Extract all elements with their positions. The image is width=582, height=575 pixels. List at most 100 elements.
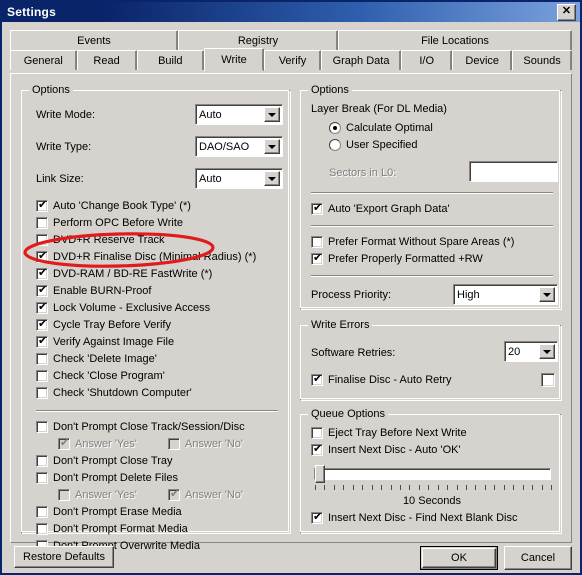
software-retries-combo[interactable]: 20 — [504, 341, 558, 362]
checkbox-box[interactable]: ✔ — [36, 301, 48, 314]
checkbox-box[interactable]: ✔ — [311, 252, 323, 265]
checkbox-box[interactable]: ✔ — [36, 266, 48, 280]
checkbox-dont-prompt-erase-media[interactable]: Don't Prompt Erase Media — [36, 506, 182, 518]
checkbox-dont-prompt-close-tray[interactable]: Don't Prompt Close Tray — [36, 455, 172, 467]
chevron-down-icon[interactable] — [539, 344, 555, 359]
checkbox-box[interactable]: ✔ — [36, 250, 48, 263]
checkbox-box[interactable] — [168, 438, 180, 450]
checkbox-enable-burn-proof[interactable]: ✔ Enable BURN-Proof — [36, 284, 151, 297]
checkbox-dvd-ram-bd-re-fastwrite[interactable]: ✔ DVD-RAM / BD-RE FastWrite (*) — [36, 266, 213, 280]
checkbox-answer-yes-close-track[interactable]: ✔ Answer 'Yes' — [58, 437, 137, 450]
software-retries-label: Software Retries: — [311, 347, 396, 359]
checkbox-box[interactable]: ✔ — [58, 437, 70, 450]
radio-circle[interactable] — [329, 122, 341, 134]
checkbox-verify-against-image-file[interactable]: ✔ Verify Against Image File — [36, 334, 174, 348]
checkbox-box[interactable] — [36, 523, 48, 535]
checkbox-box[interactable]: ✔ — [36, 318, 48, 331]
check-icon: ✔ — [38, 266, 48, 279]
checkbox-box[interactable]: ✔ — [168, 488, 180, 501]
radio-user-specified[interactable]: User Specified — [329, 139, 418, 151]
checkbox-box[interactable] — [58, 489, 70, 501]
tab-read[interactable]: Read — [76, 50, 137, 70]
checkbox-box[interactable] — [36, 421, 48, 433]
tab-events[interactable]: Events — [10, 30, 178, 50]
cancel-button[interactable]: Cancel — [504, 546, 572, 570]
tab-graph-data[interactable]: Graph Data — [320, 50, 402, 70]
checkbox-answer-no-close-track[interactable]: Answer 'No' — [168, 438, 243, 450]
checkbox-box[interactable] — [311, 236, 323, 248]
checkbox-cycle-tray-before-verify[interactable]: ✔ Cycle Tray Before Verify — [36, 318, 171, 331]
checkbox-box[interactable]: ✔ — [311, 202, 323, 215]
checkbox-box[interactable]: ✔ — [36, 199, 48, 212]
tab-write[interactable]: Write — [204, 48, 264, 72]
delay-slider-thumb[interactable] — [315, 465, 325, 483]
checkbox-label: Don't Prompt Erase Media — [53, 506, 182, 518]
checkbox-auto-export-graph-data[interactable]: ✔ Auto 'Export Graph Data' — [311, 202, 450, 215]
slider-tick — [550, 485, 552, 490]
chevron-down-icon[interactable] — [264, 171, 280, 186]
checkbox-lock-volume-exclusive-access[interactable]: ✔ Lock Volume - Exclusive Access — [36, 301, 210, 314]
checkbox-check-delete-image[interactable]: Check 'Delete Image' — [36, 353, 157, 365]
process-priority-combo[interactable]: High — [453, 284, 558, 305]
checkbox-box[interactable] — [36, 455, 48, 467]
checkbox-box[interactable]: ✔ — [36, 284, 48, 297]
tab-verify[interactable]: Verify — [263, 50, 321, 70]
ok-button[interactable]: OK — [420, 546, 498, 570]
checkbox-insert-next-disc-auto-ok[interactable]: ✔ Insert Next Disc - Auto 'OK' — [311, 443, 461, 456]
checkbox-box[interactable]: ✔ — [36, 334, 48, 348]
checkbox-box[interactable]: ✔ — [311, 443, 323, 456]
checkbox-box[interactable] — [36, 472, 48, 484]
checkbox-box[interactable] — [36, 217, 48, 229]
checkbox-eject-tray-before-next-write[interactable]: Eject Tray Before Next Write — [311, 427, 467, 439]
chevron-down-icon[interactable] — [539, 287, 555, 302]
tab-sounds[interactable]: Sounds — [512, 50, 573, 70]
checkbox-label: Don't Prompt Close Tray — [53, 455, 173, 467]
checkbox-answer-yes-delete-files[interactable]: Answer 'Yes' — [58, 489, 137, 501]
write-type-combo[interactable]: DAO/SAO — [195, 136, 283, 157]
checkbox-dont-prompt-format-media[interactable]: Don't Prompt Format Media — [36, 523, 188, 535]
link-size-combo[interactable]: Auto — [195, 168, 283, 189]
checkbox-box[interactable]: ✔ — [311, 373, 323, 386]
checkbox-prefer-properly-formatted-rw[interactable]: ✔ Prefer Properly Formatted +RW — [311, 252, 483, 265]
checkbox-label: DVD-RAM / BD-RE FastWrite (*) — [53, 268, 213, 280]
checkbox-perform-opc-before-write[interactable]: Perform OPC Before Write — [36, 217, 183, 229]
checkbox-write-errors-extra[interactable] — [541, 373, 555, 387]
checkbox-dvd-plus-r-finalise-disc[interactable]: ✔ DVD+R Finalise Disc (Minimal Radius) (… — [36, 250, 256, 263]
checkbox-dvd-plus-r-reserve-track[interactable]: DVD+R Reserve Track — [36, 234, 165, 246]
radio-circle[interactable] — [329, 139, 341, 151]
checkbox-auto-change-book-type[interactable]: ✔ Auto 'Change Book Type' (*) — [36, 199, 191, 212]
tab-build[interactable]: Build — [136, 50, 205, 70]
checkbox-dont-prompt-close-track-session-disc[interactable]: Don't Prompt Close Track/Session/Disc — [36, 421, 245, 433]
chevron-down-icon[interactable] — [264, 139, 280, 154]
tab-io[interactable]: I/O — [401, 50, 453, 70]
checkbox-box[interactable]: ✔ — [311, 511, 323, 524]
checkbox-insert-next-disc-find-next-blank[interactable]: ✔ Insert Next Disc - Find Next Blank Dis… — [311, 511, 518, 524]
tab-file-locations[interactable]: File Locations — [338, 30, 572, 50]
checkbox-check-close-program[interactable]: Check 'Close Program' — [36, 370, 165, 382]
checkbox-box[interactable] — [36, 353, 48, 365]
checkbox-prefer-format-without-spare-areas[interactable]: Prefer Format Without Spare Areas (*) — [311, 236, 514, 248]
checkbox-dont-prompt-delete-files[interactable]: Don't Prompt Delete Files — [36, 472, 178, 484]
checkbox-finalise-disc-auto-retry[interactable]: ✔ Finalise Disc - Auto Retry — [311, 373, 451, 386]
tab-registry[interactable]: Registry — [178, 30, 338, 50]
checkbox-answer-no-delete-files[interactable]: ✔ Answer 'No' — [168, 488, 243, 501]
checkbox-box[interactable] — [36, 506, 48, 518]
checkbox-box[interactable] — [36, 387, 48, 399]
chevron-down-icon[interactable] — [264, 107, 280, 122]
tab-general[interactable]: General — [10, 50, 77, 70]
restore-defaults-button[interactable]: Restore Defaults — [14, 546, 114, 568]
slider-tick — [456, 485, 458, 490]
tab-device[interactable]: Device — [452, 50, 513, 70]
sectors-in-l0-input[interactable] — [469, 161, 558, 182]
write-mode-combo[interactable]: Auto — [195, 104, 283, 125]
delay-slider-track[interactable] — [314, 468, 551, 480]
checkbox-box[interactable] — [311, 427, 323, 439]
checkbox-box[interactable] — [541, 373, 555, 387]
check-icon: ✔ — [38, 334, 48, 347]
radio-calculate-optimal[interactable]: Calculate Optimal — [329, 122, 433, 134]
tab-label: Graph Data — [332, 54, 390, 67]
checkbox-check-shutdown-computer[interactable]: Check 'Shutdown Computer' — [36, 387, 192, 399]
checkbox-box[interactable] — [36, 370, 48, 382]
checkbox-box[interactable] — [36, 234, 48, 246]
close-button[interactable]: ✕ — [557, 3, 576, 21]
